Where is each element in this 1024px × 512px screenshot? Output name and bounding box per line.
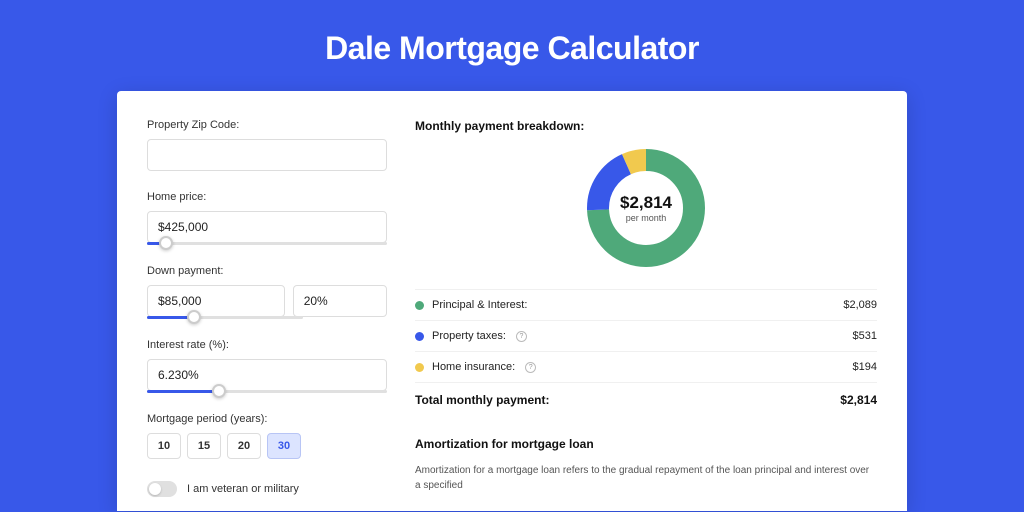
legend-value: $194	[853, 361, 877, 373]
period-btn-10[interactable]: 10	[147, 433, 181, 459]
donut-center: $2,814 per month	[585, 147, 707, 269]
legend-dot-icon	[415, 301, 424, 310]
breakdown-panel: Monthly payment breakdown: $2,814 per mo…	[415, 119, 877, 483]
total-value: $2,814	[840, 393, 877, 407]
donut-chart: $2,814 per month	[585, 147, 707, 269]
period-label: Mortgage period (years):	[147, 413, 387, 425]
veteran-label: I am veteran or military	[187, 483, 299, 495]
period-btn-20[interactable]: 20	[227, 433, 261, 459]
help-icon[interactable]: ?	[516, 331, 527, 342]
legend-row: Principal & Interest: $2,089	[415, 289, 877, 320]
zip-input[interactable]	[147, 139, 387, 171]
down-payment-slider-thumb[interactable]	[187, 310, 201, 324]
amortization-text: Amortization for a mortgage loan refers …	[415, 463, 877, 493]
interest-slider-fill	[147, 390, 219, 393]
veteran-row: I am veteran or military	[147, 481, 387, 497]
veteran-toggle-knob	[149, 483, 161, 495]
down-payment-pct-input[interactable]	[293, 285, 387, 317]
page-title: Dale Mortgage Calculator	[0, 0, 1024, 91]
legend-row: Property taxes:? $531	[415, 320, 877, 351]
legend-label: Property taxes:	[432, 330, 506, 342]
breakdown-title: Monthly payment breakdown:	[415, 119, 877, 133]
interest-slider-thumb[interactable]	[212, 384, 226, 398]
legend-left: Home insurance:?	[415, 361, 536, 373]
legend-dot-icon	[415, 363, 424, 372]
legend-left: Property taxes:?	[415, 330, 527, 342]
interest-input[interactable]	[147, 359, 387, 391]
zip-field: Property Zip Code:	[147, 119, 387, 171]
help-icon[interactable]: ?	[525, 362, 536, 373]
home-price-input[interactable]	[147, 211, 387, 243]
interest-slider[interactable]	[147, 390, 387, 393]
down-payment-slider[interactable]	[147, 316, 303, 319]
total-label: Total monthly payment:	[415, 393, 549, 407]
zip-label: Property Zip Code:	[147, 119, 387, 131]
legend-label: Principal & Interest:	[432, 299, 527, 311]
legend-value: $531	[853, 330, 877, 342]
donut-sub: per month	[626, 213, 667, 223]
legend-label: Home insurance:	[432, 361, 515, 373]
home-price-slider-thumb[interactable]	[159, 236, 173, 250]
legend-value: $2,089	[843, 299, 877, 311]
calculator-card: Property Zip Code: Home price: Down paym…	[117, 91, 907, 511]
period-buttons: 10152030	[147, 433, 387, 459]
veteran-toggle[interactable]	[147, 481, 177, 497]
period-btn-15[interactable]: 15	[187, 433, 221, 459]
down-payment-input[interactable]	[147, 285, 285, 317]
home-price-field: Home price:	[147, 191, 387, 245]
inputs-panel: Property Zip Code: Home price: Down paym…	[147, 119, 387, 483]
legend-row: Home insurance:? $194	[415, 351, 877, 383]
down-payment-field: Down payment:	[147, 265, 387, 319]
home-price-slider[interactable]	[147, 242, 387, 245]
amortization-title: Amortization for mortgage loan	[415, 437, 877, 451]
down-payment-label: Down payment:	[147, 265, 387, 277]
period-btn-30[interactable]: 30	[267, 433, 301, 459]
legend: Principal & Interest: $2,089 Property taxe…	[415, 289, 877, 383]
total-row: Total monthly payment: $2,814	[415, 383, 877, 423]
interest-label: Interest rate (%):	[147, 339, 387, 351]
legend-left: Principal & Interest:	[415, 299, 527, 311]
period-field: Mortgage period (years): 10152030	[147, 413, 387, 459]
home-price-label: Home price:	[147, 191, 387, 203]
donut-amount: $2,814	[620, 193, 672, 213]
legend-dot-icon	[415, 332, 424, 341]
donut-wrap: $2,814 per month	[415, 147, 877, 269]
interest-field: Interest rate (%):	[147, 339, 387, 393]
